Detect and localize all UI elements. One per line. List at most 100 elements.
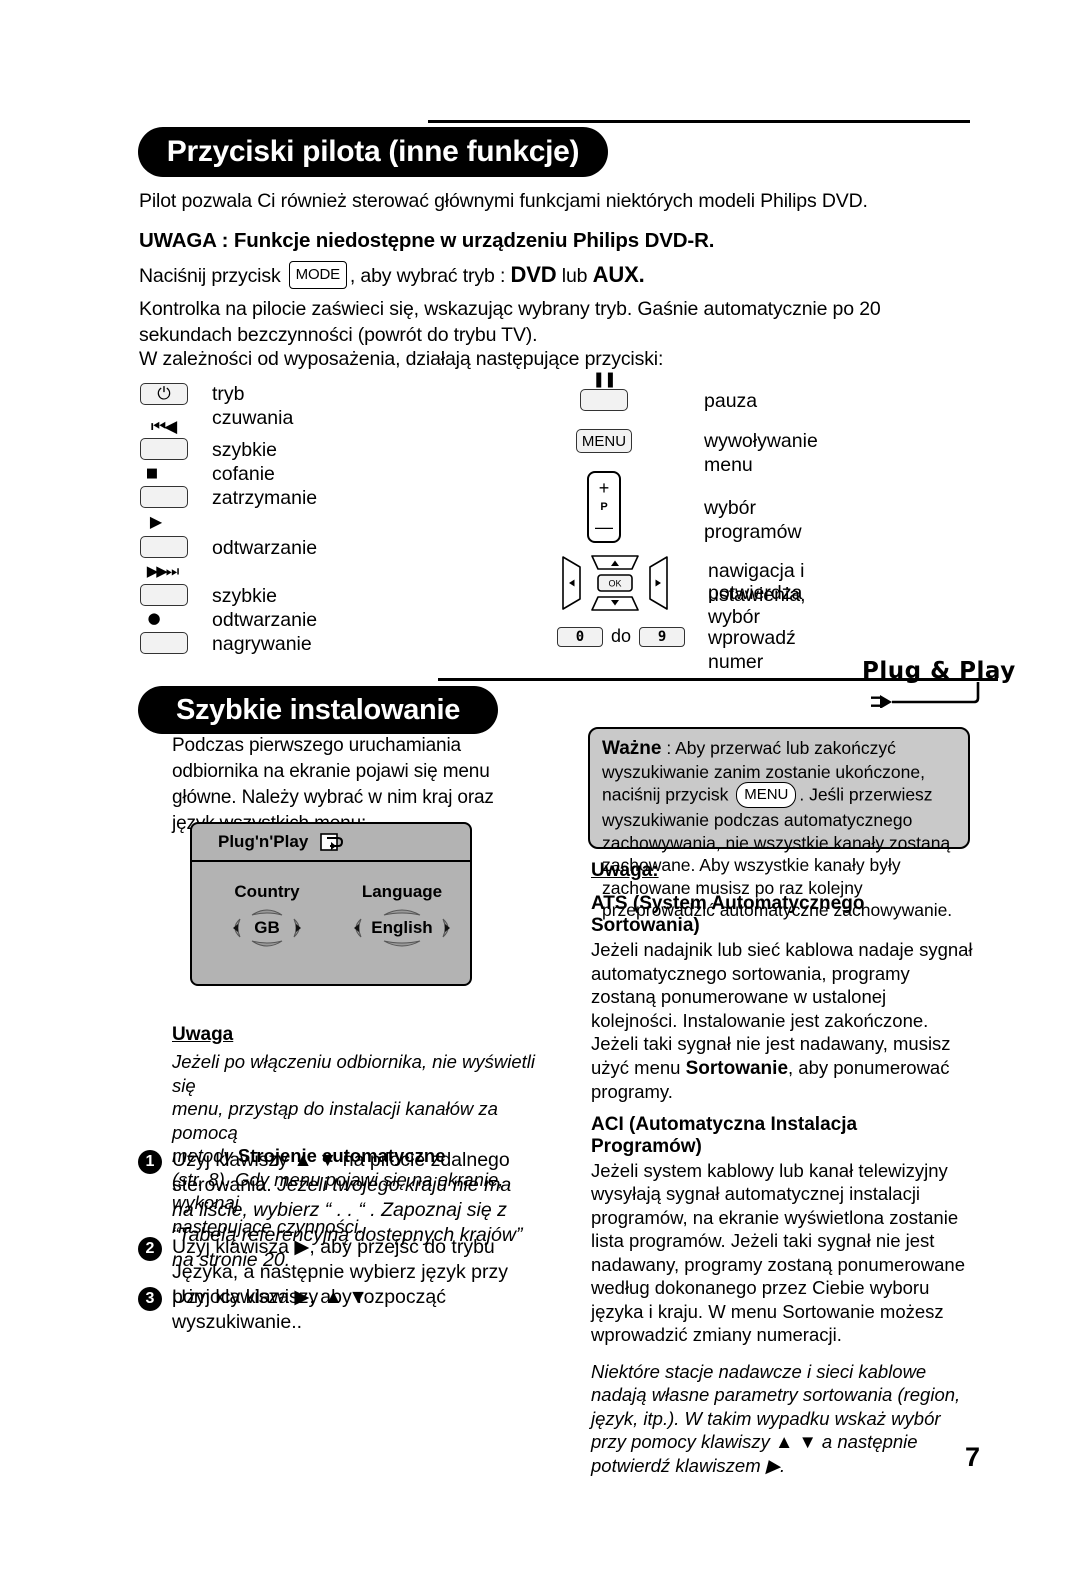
number-key-0[interactable]: 0 bbox=[557, 626, 603, 647]
button-row-navigation: OK nawigacja i ustawienia, potwierdza wy… bbox=[560, 553, 806, 628]
step-3-line1: Użyj klawisza ▶, aby rozpocząć wyszukiwa… bbox=[172, 1286, 446, 1333]
country-left-arrow-icon[interactable] bbox=[228, 917, 242, 939]
section-2-intro-text: Podczas pierwszego uruchamiania odbiorni… bbox=[172, 735, 494, 834]
screen-body: Country GB Language English bbox=[192, 862, 470, 984]
country-label: Country bbox=[234, 882, 300, 901]
country-up-arrow-icon[interactable] bbox=[250, 908, 284, 917]
stop-button[interactable] bbox=[140, 486, 188, 508]
fast-forward-label: szybkie odtwarzanie bbox=[212, 585, 318, 631]
svg-text:OK: OK bbox=[608, 579, 621, 589]
language-value-group: English bbox=[371, 908, 433, 948]
plug-n-play-screen-mock: Plug'n'Play Country GB Language English bbox=[190, 822, 472, 986]
step-1-number: 1 bbox=[138, 1150, 162, 1174]
play-label: odtwarzanie bbox=[212, 537, 318, 559]
wazne-heading: Ważne bbox=[602, 738, 662, 759]
program-minus-label: — bbox=[595, 516, 613, 537]
step-3-number: 3 bbox=[138, 1287, 162, 1311]
aci-title: ACI (Automatyczna Instalacja Programów) bbox=[591, 1113, 858, 1157]
number-key-0-label: 0 bbox=[575, 628, 585, 645]
mode-lub-text: lub bbox=[561, 265, 588, 287]
navigation-pad[interactable]: OK bbox=[560, 553, 670, 613]
standby-button[interactable]: ⏻ bbox=[140, 383, 188, 405]
header-rule bbox=[428, 120, 970, 123]
wazne-menu-key-label: MENU bbox=[744, 785, 789, 803]
ats-body: Jeżeli nadajnik lub sieć kablowa nadaje … bbox=[591, 938, 973, 1104]
section-1-title: Przyciski pilota (inne funkcje) bbox=[166, 135, 580, 168]
left-note-heading: Uwaga bbox=[172, 1024, 234, 1045]
return-arrow-icon bbox=[320, 833, 344, 851]
button-row-standby: ⏻ tryb czuwania bbox=[140, 383, 293, 429]
button-row-fast-forward: ▶▶⏭ szybkie odtwarzanie bbox=[140, 564, 317, 631]
number-key-9[interactable]: 9 bbox=[639, 626, 686, 647]
language-row: English bbox=[328, 908, 470, 948]
paragraph-2: Kontrolka na pilocie zaświeci się, wskaz… bbox=[139, 296, 967, 348]
language-field: Language English bbox=[328, 882, 470, 948]
step-3-text: Użyj klawisza ▶, aby rozpocząć wyszukiwa… bbox=[172, 1285, 538, 1335]
menu-key-label: MENU bbox=[581, 432, 627, 450]
numbers-do-word: do bbox=[611, 626, 632, 646]
mode-aux-text: AUX. bbox=[592, 262, 645, 287]
pause-button[interactable] bbox=[580, 389, 628, 411]
plug-cord-icon bbox=[871, 682, 980, 708]
record-button[interactable] bbox=[140, 632, 188, 654]
step-3: 3 Użyj klawisza ▶, aby rozpocząć wyszuki… bbox=[138, 1285, 538, 1335]
pause-label: pauza bbox=[704, 390, 758, 412]
language-left-arrow-icon[interactable] bbox=[349, 917, 363, 939]
button-row-record: ● nagrywanie bbox=[140, 611, 312, 655]
country-right-arrow-icon[interactable] bbox=[292, 917, 306, 939]
section-1-banner: Przyciski pilota (inne funkcje) bbox=[138, 127, 608, 177]
intro-text: Pilot pozwala Ci również sterować główny… bbox=[139, 190, 868, 212]
button-row-numbers: 0 do 9 wprowadź numer bbox=[557, 626, 796, 673]
mode-pre-text: Naciśnij przycisk bbox=[139, 265, 281, 287]
language-label: Language bbox=[361, 882, 443, 901]
left-note-line1: Jeżeli po włączeniu odbiornika, nie wyśw… bbox=[172, 1051, 535, 1096]
section-2-title: Szybkie instalowanie bbox=[175, 693, 461, 726]
rewind-label: szybkie cofanie bbox=[212, 439, 278, 485]
pause-icon: ❚❚ bbox=[592, 370, 616, 388]
power-icon: ⏻ bbox=[157, 384, 171, 404]
record-label: nagrywanie bbox=[212, 633, 312, 655]
mode-key-button[interactable]: MODE bbox=[288, 260, 347, 289]
standby-label: tryb czuwania bbox=[212, 383, 294, 429]
wazne-post-text: . bbox=[799, 784, 805, 805]
left-note-line2: menu, przystąp do instalacji kanałów za … bbox=[172, 1098, 498, 1143]
right-note-final-italic: Niektóre stacje nadawcze i sieci kablowe… bbox=[591, 1360, 961, 1476]
uwaga-heading: UWAGA : Funkcje niedostępne w urządzeniu… bbox=[139, 228, 969, 254]
uwaga-heading-text: UWAGA : Funkcje niedostępne w urządzeniu… bbox=[139, 229, 715, 252]
paragraph-3-text: W zależności od wyposażenia, działają na… bbox=[139, 348, 664, 370]
play-button[interactable] bbox=[140, 536, 188, 558]
button-row-rewind: ⏮◀ szybkie cofanie bbox=[140, 417, 277, 485]
aci-body: Jeżeli system kablowy lub kanał telewizy… bbox=[591, 1159, 965, 1346]
screen-title-text: Plug'n'Play bbox=[218, 832, 309, 851]
wazne-callout-box: Ważne : Aby przerwać lub zakończyć wyszu… bbox=[588, 727, 970, 920]
country-down-arrow-icon[interactable] bbox=[250, 939, 284, 948]
rewind-button[interactable] bbox=[140, 438, 188, 460]
stop-label: zatrzymanie bbox=[212, 487, 318, 509]
language-down-arrow-icon[interactable] bbox=[380, 939, 424, 948]
right-note: Uwaga: ATS (System Automatycznego Sortow… bbox=[591, 860, 973, 1477]
plug-and-play-logo: Plug & Play bbox=[862, 658, 1016, 708]
wazne-menu-key[interactable]: MENU bbox=[736, 782, 797, 808]
manual-page: Przyciski pilota (inne funkcje) Pilot po… bbox=[0, 0, 1080, 1574]
section-2-header: Szybkie instalowanie bbox=[138, 675, 998, 734]
language-right-arrow-icon[interactable] bbox=[441, 917, 455, 939]
country-value: GB bbox=[254, 918, 280, 937]
language-up-arrow-icon[interactable] bbox=[380, 908, 424, 917]
fast-forward-button[interactable] bbox=[140, 584, 188, 606]
page-number: 7 bbox=[965, 1442, 981, 1472]
mode-instruction-line: Naciśnij przycisk MODE , aby wybrać tryb… bbox=[139, 260, 969, 291]
numbers-label: wprowadź numer bbox=[708, 627, 796, 673]
language-value: English bbox=[371, 918, 433, 937]
ats-title: ATS (System Automatycznego Sortowania) bbox=[591, 893, 865, 936]
program-rocker-button[interactable]: + P — bbox=[587, 471, 621, 543]
navigation-label-line2: potwierdza wybór bbox=[708, 582, 803, 628]
section-1-header: Przyciski pilota (inne funkcje) bbox=[138, 118, 970, 177]
menu-label: wywoływanie menu bbox=[704, 430, 818, 476]
mode-key-label: MODE bbox=[295, 265, 341, 283]
rewind-icon: ⏮◀ bbox=[150, 417, 177, 437]
button-row-stop: ■ zatrzymanie bbox=[140, 467, 317, 509]
mode-dvd-text: DVD bbox=[510, 262, 557, 287]
menu-button[interactable]: MENU bbox=[576, 429, 632, 453]
program-plus-label: + bbox=[598, 477, 610, 498]
country-row: GB bbox=[202, 908, 332, 948]
